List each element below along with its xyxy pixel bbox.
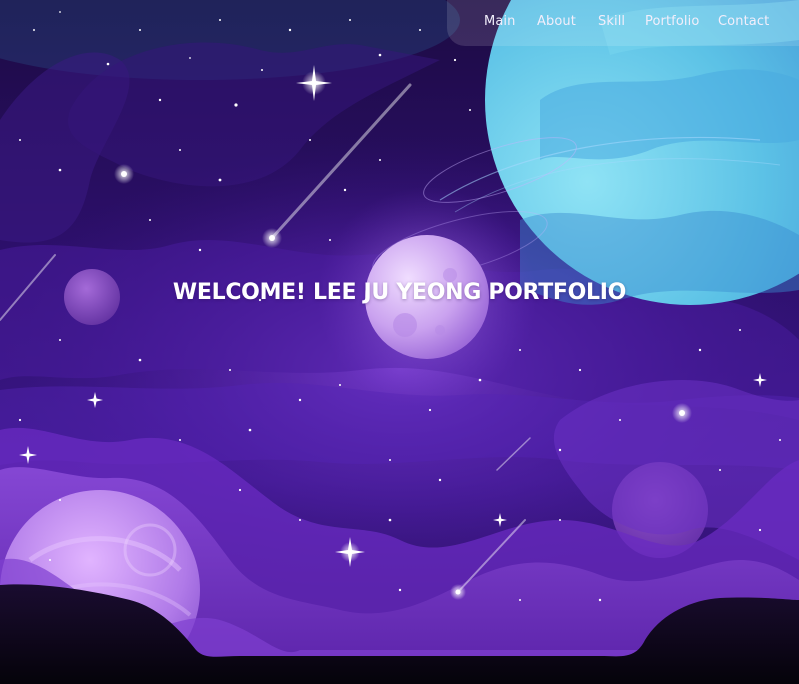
nav-item-contact[interactable]: Contact — [718, 14, 769, 29]
nav-item-skill[interactable]: Skill — [598, 14, 625, 29]
top-nav: Main About Skill Portfolio Contact — [447, 0, 799, 46]
glow-dot-1 — [114, 164, 134, 184]
space-illustration — [0, 0, 799, 684]
moon-crater-1 — [393, 313, 417, 337]
portfolio-landing-page: Main About Skill Portfolio Contact WELCO… — [0, 0, 799, 684]
moon-crater-3 — [435, 325, 445, 335]
glow-dot-2 — [672, 403, 692, 423]
nav-item-about[interactable]: About — [537, 14, 576, 29]
nav-item-portfolio[interactable]: Portfolio — [645, 14, 699, 29]
nav-item-main[interactable]: Main — [484, 14, 515, 29]
hero-headline: WELCOME! LEE JU YEONG PORTFOLIO — [172, 280, 627, 305]
